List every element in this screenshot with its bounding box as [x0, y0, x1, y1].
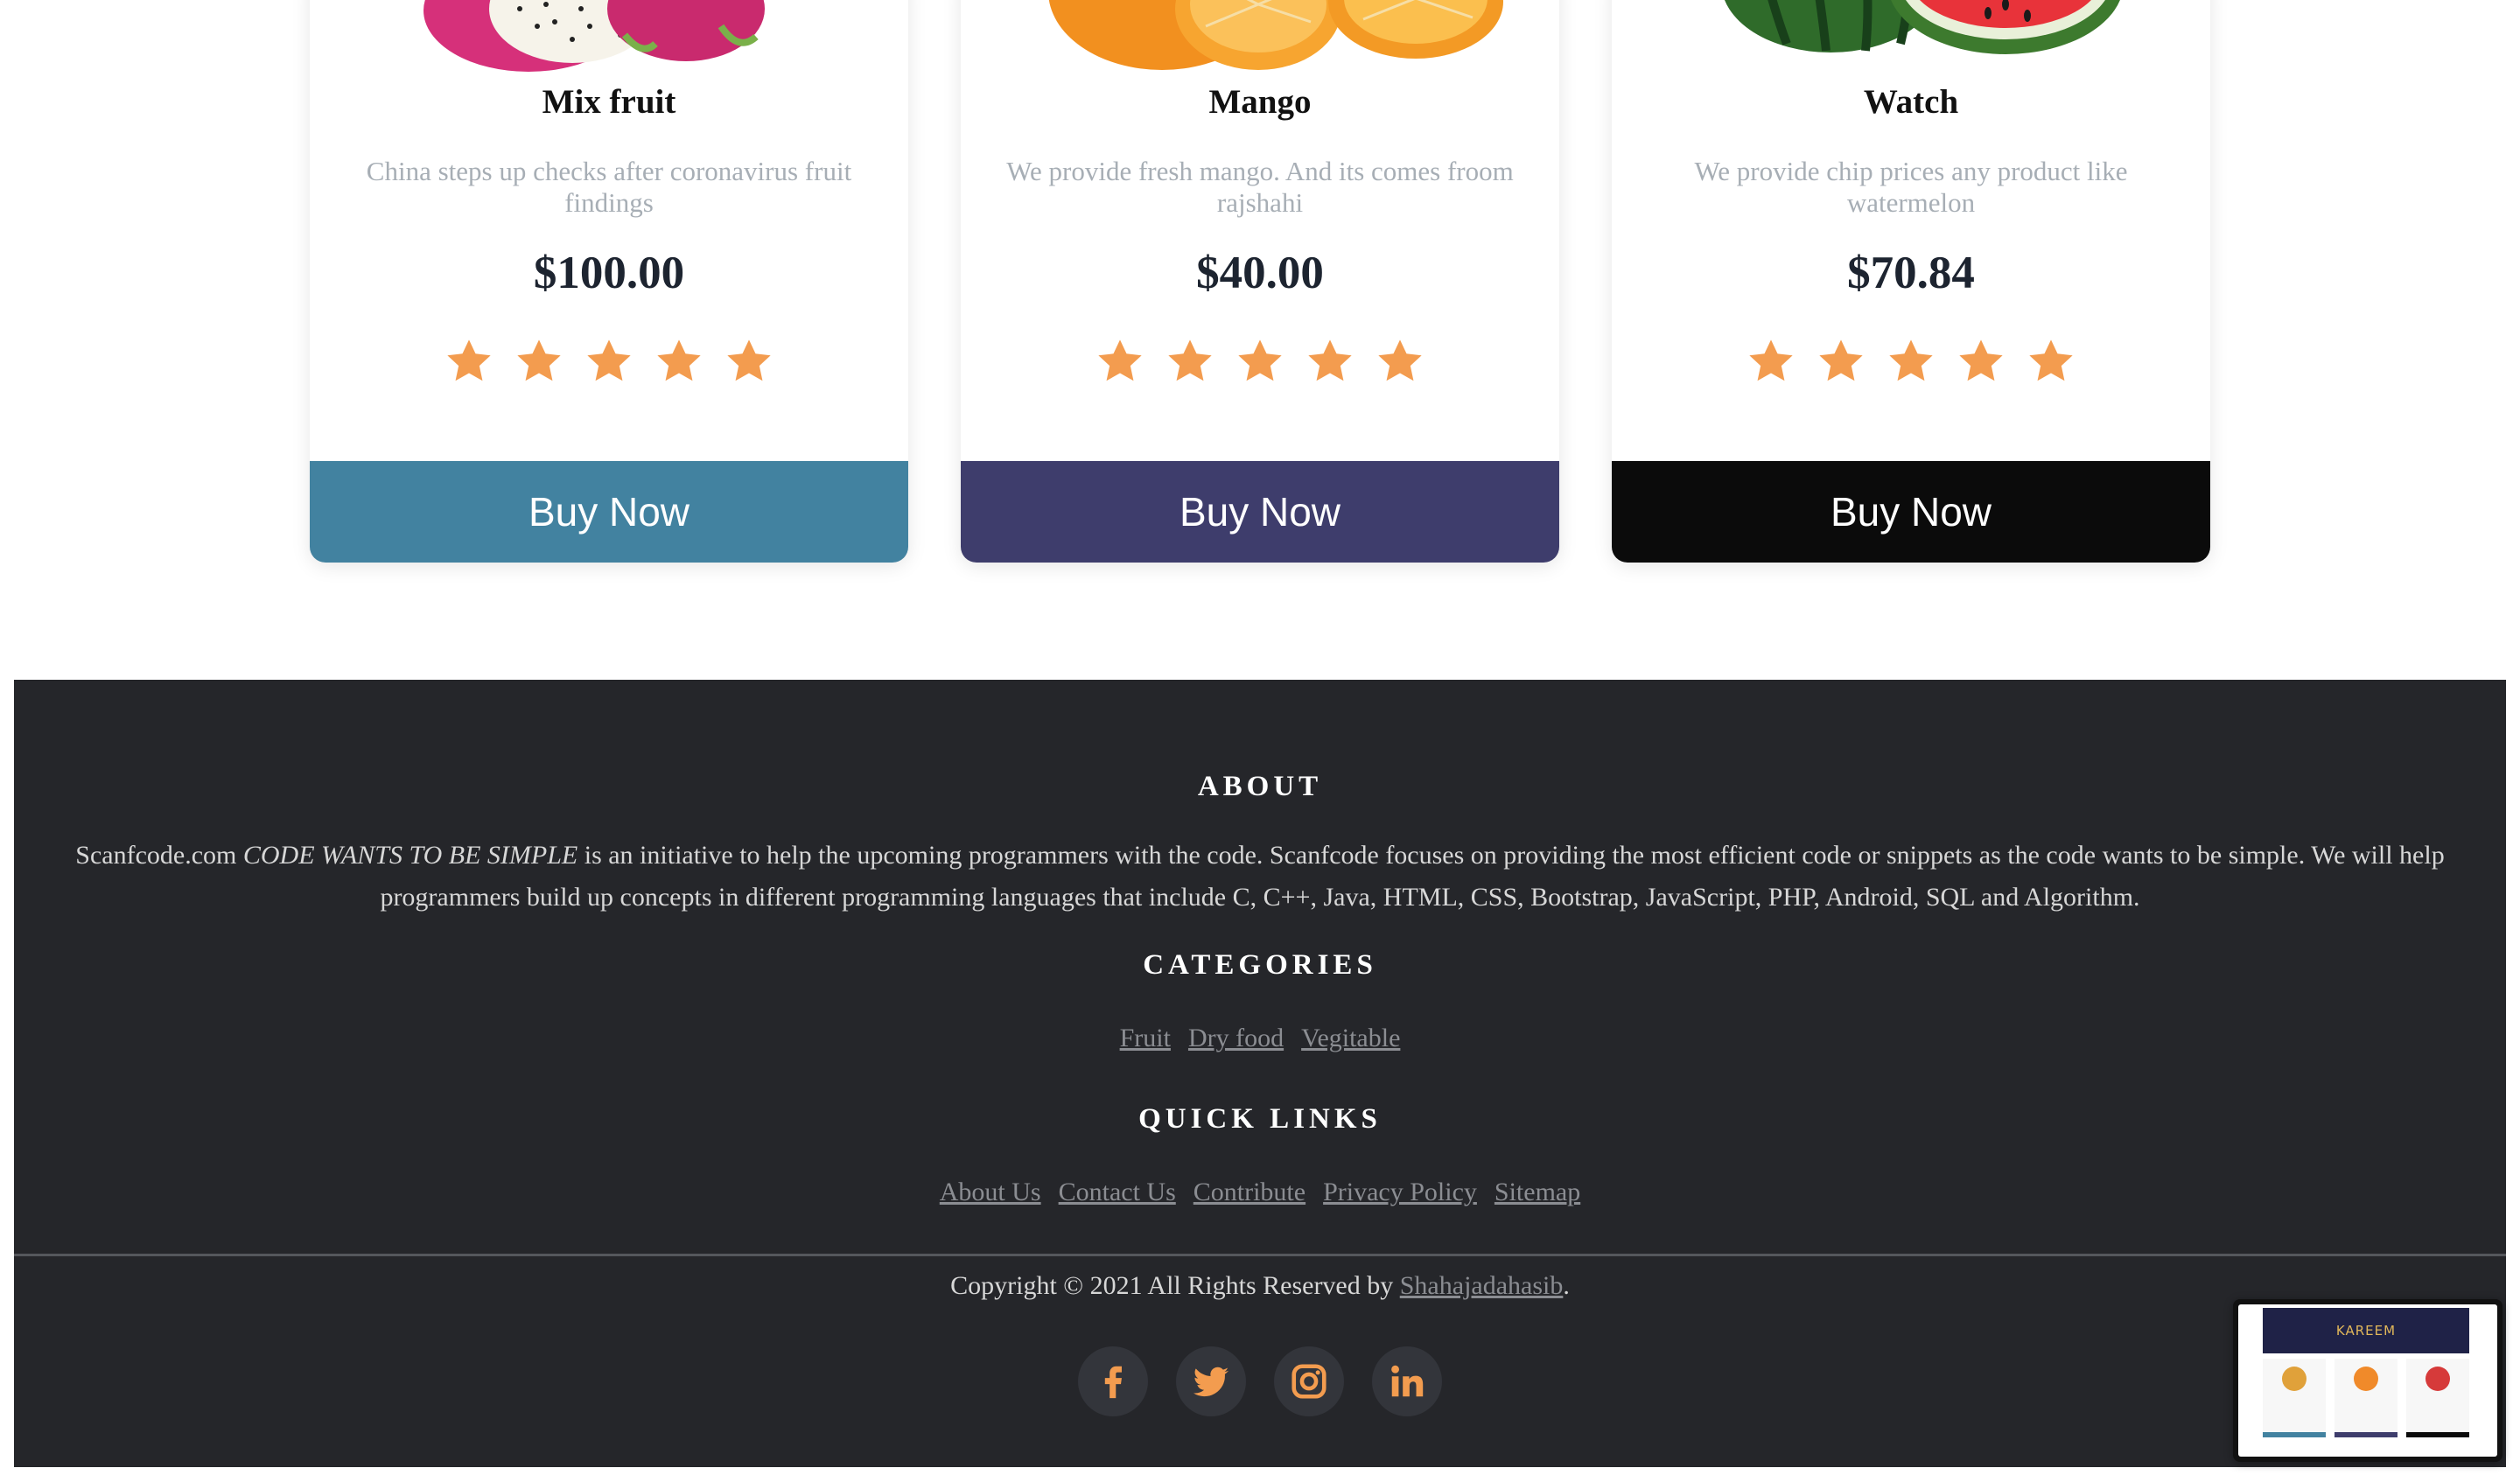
- product-price: $100.00: [533, 248, 685, 298]
- star-icon: [1378, 339, 1422, 381]
- instagram-button[interactable]: [1274, 1346, 1344, 1416]
- product-cards-section: Mix fruit China steps up checks after co…: [0, 0, 2520, 680]
- quick-links: About Us Contact Us Contribute Privacy P…: [14, 1178, 2506, 1207]
- about-text: Scanfcode.com CODE WANTS TO BE SIMPLE is…: [66, 835, 2454, 919]
- category-link-vegitable[interactable]: Vegitable: [1301, 1024, 1400, 1053]
- categories-heading: CATEGORIES: [1143, 949, 1377, 981]
- copyright-prefix: Copyright © 2021 All Rights Reserved by: [950, 1271, 1400, 1300]
- buy-now-button[interactable]: Buy Now: [1612, 461, 2210, 563]
- product-card-mix-fruit: Mix fruit China steps up checks after co…: [310, 0, 908, 563]
- star-icon: [1238, 339, 1282, 381]
- product-price: $70.84: [1847, 248, 1975, 298]
- product-rating: [310, 336, 908, 387]
- quick-link-contact-us[interactable]: Contact Us: [1059, 1178, 1176, 1207]
- star-icon: [1098, 339, 1142, 381]
- product-title: Mango: [1208, 83, 1312, 121]
- about-brand: Scanfcode.com: [75, 841, 237, 870]
- twitter-icon: [1193, 1367, 1229, 1397]
- category-link-fruit[interactable]: Fruit: [1120, 1024, 1171, 1053]
- linkedin-icon: [1391, 1365, 1424, 1397]
- star-icon: [1819, 339, 1863, 381]
- twitter-button[interactable]: [1176, 1346, 1246, 1416]
- star-icon: [1959, 339, 2003, 381]
- about-slogan: CODE WANTS TO BE SIMPLE: [242, 841, 578, 870]
- about-heading: ABOUT: [1197, 771, 1323, 802]
- copyright-author-link[interactable]: Shahajadahasib: [1400, 1271, 1564, 1300]
- watermelon-image: [1612, 0, 2210, 77]
- star-icon: [1749, 339, 1793, 381]
- buy-now-button[interactable]: Buy Now: [310, 461, 908, 563]
- copyright-text: Copyright © 2021 All Rights Reserved by …: [14, 1271, 2506, 1301]
- product-rating: [1612, 336, 2210, 387]
- product-title: Mix fruit: [542, 83, 676, 121]
- facebook-button[interactable]: [1078, 1346, 1148, 1416]
- product-card-mango: Mango We provide fresh mango. And its co…: [961, 0, 1559, 563]
- social-links: [14, 1346, 2506, 1416]
- star-icon: [1168, 339, 1212, 381]
- star-icon: [447, 339, 491, 381]
- star-icon: [587, 339, 631, 381]
- thumbnail-screen: KAREEM: [2238, 1304, 2497, 1457]
- screenshot-preview-thumbnail[interactable]: KAREEM: [2233, 1299, 2502, 1462]
- quick-link-contribute[interactable]: Contribute: [1194, 1178, 1306, 1207]
- linkedin-button[interactable]: [1372, 1346, 1442, 1416]
- star-icon: [657, 339, 701, 381]
- star-icon: [1308, 339, 1352, 381]
- facebook-icon: [1104, 1366, 1122, 1399]
- copyright-suffix: .: [1563, 1271, 1570, 1300]
- product-rating: [961, 336, 1559, 387]
- about-body: is an initiative to help the upcoming pr…: [380, 841, 2445, 912]
- product-title: Watch: [1863, 83, 1959, 121]
- footer-divider: [14, 1254, 2506, 1256]
- star-icon: [2029, 339, 2073, 381]
- star-icon: [727, 339, 771, 381]
- orange-image: [961, 0, 1559, 77]
- product-card-watch: Watch We provide chip prices any product…: [1612, 0, 2210, 563]
- quick-links-heading: QUICK LINKS: [1138, 1103, 1382, 1135]
- product-price: $40.00: [1196, 248, 1324, 298]
- instagram-icon: [1292, 1364, 1326, 1399]
- quick-link-privacy-policy[interactable]: Privacy Policy: [1323, 1178, 1477, 1207]
- thumbnail-product-grid: [2263, 1359, 2469, 1437]
- site-footer: ABOUT Scanfcode.com CODE WANTS TO BE SIM…: [14, 680, 2506, 1467]
- product-description: We provide fresh mango. And its comes fr…: [1006, 156, 1514, 218]
- category-link-dry-food[interactable]: Dry food: [1188, 1024, 1284, 1053]
- quick-link-about-us[interactable]: About Us: [940, 1178, 1041, 1207]
- categories-links: Fruit Dry food Vegitable: [14, 1024, 2506, 1053]
- star-icon: [1889, 339, 1933, 381]
- star-icon: [517, 339, 561, 381]
- buy-now-button[interactable]: Buy Now: [961, 461, 1559, 563]
- dragon-fruit-image: [310, 0, 908, 77]
- quick-link-sitemap[interactable]: Sitemap: [1494, 1178, 1580, 1207]
- product-description: China steps up checks after coronavirus …: [366, 156, 852, 218]
- product-description: We provide chip prices any product like …: [1694, 156, 2128, 218]
